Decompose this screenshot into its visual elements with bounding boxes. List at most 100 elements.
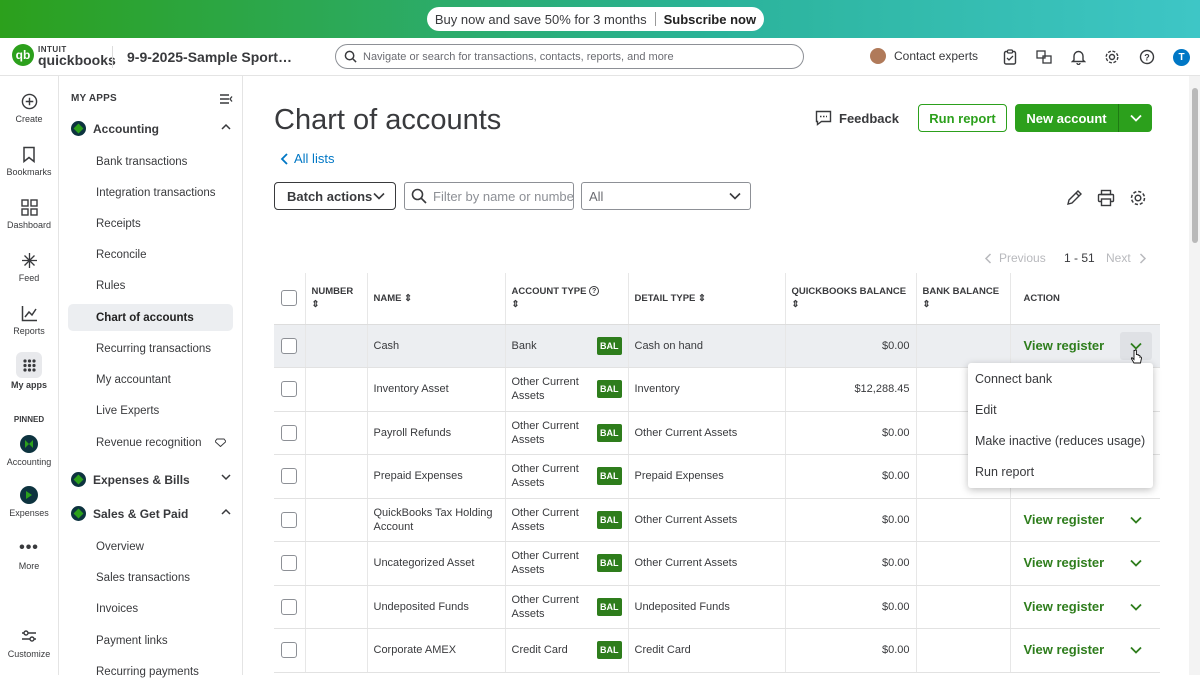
- menu-item-edit[interactable]: Edit: [968, 394, 1153, 425]
- view-register-link[interactable]: View register: [1024, 512, 1105, 527]
- filter-input[interactable]: Filter by name or number: [404, 182, 574, 210]
- info-icon[interactable]: ?: [589, 286, 600, 297]
- subscribe-link[interactable]: Subscribe now: [664, 12, 756, 27]
- row-checkbox[interactable]: [281, 555, 298, 572]
- row-checkbox[interactable]: [281, 642, 298, 659]
- view-register-link[interactable]: View register: [1024, 643, 1105, 657]
- row-checkbox[interactable]: [281, 337, 298, 354]
- expert-avatar: [870, 48, 886, 64]
- row-actions-chevron-icon[interactable]: [1120, 593, 1152, 621]
- pager-next[interactable]: Next: [1106, 251, 1147, 265]
- nav-item-receipts[interactable]: Receipts: [68, 210, 233, 237]
- user-avatar[interactable]: T: [1173, 49, 1190, 66]
- nav-item-overview[interactable]: Overview: [68, 533, 233, 560]
- table-row[interactable]: Uncategorized Asset Other Current Assets B…: [274, 541, 1160, 586]
- select-all-checkbox[interactable]: [281, 290, 298, 307]
- account-type-cell: Other Current Assets BAL: [505, 411, 629, 455]
- rail-myapps[interactable]: My apps: [0, 352, 58, 390]
- quickbooks-logo[interactable]: qb INTUIT quickbooks: [12, 44, 116, 67]
- row-checkbox[interactable]: [281, 468, 298, 485]
- nav-section-expenses[interactable]: Expenses & Bills: [71, 472, 231, 487]
- view-register-link[interactable]: View register: [1024, 338, 1105, 353]
- col-bank-balance[interactable]: BANK BALANCE ⇕: [916, 273, 1011, 325]
- rail-dashboard[interactable]: Dashboard: [0, 196, 58, 230]
- feedback-label: Feedback: [839, 110, 899, 126]
- row-actions-chevron-icon[interactable]: [1120, 506, 1152, 534]
- view-register-link[interactable]: View register: [1024, 556, 1105, 570]
- rail-more[interactable]: ••• More: [0, 537, 58, 571]
- view-register-link[interactable]: View register: [1024, 599, 1105, 614]
- table-row[interactable]: Undeposited Funds Other Current Assets BAL…: [274, 585, 1160, 629]
- rail-pinned-expenses[interactable]: Expenses: [0, 484, 58, 518]
- nav-item-recurring-payments[interactable]: Recurring payments: [68, 658, 233, 685]
- print-icon[interactable]: [1097, 189, 1115, 212]
- scrollbar-thumb[interactable]: [1192, 88, 1198, 243]
- row-actions-chevron-icon[interactable]: [1120, 549, 1152, 577]
- nav-section-accounting[interactable]: Accounting: [71, 121, 231, 136]
- col-detail-type[interactable]: DETAIL TYPE ⇕: [628, 273, 786, 325]
- search-placeholder: Navigate or search for transactions, con…: [363, 50, 674, 63]
- rail-reports[interactable]: Reports: [0, 302, 58, 336]
- nav-item-payment-links[interactable]: Payment links: [68, 627, 233, 654]
- nav-item-bank-transactions[interactable]: Bank transactions: [68, 148, 233, 175]
- new-account-dropdown-icon[interactable]: [1119, 114, 1152, 122]
- rail-more-label: More: [18, 561, 40, 571]
- global-search-input[interactable]: Navigate or search for transactions, con…: [335, 44, 804, 69]
- menu-item-run-report[interactable]: Run report: [968, 456, 1153, 487]
- row-checkbox[interactable]: [281, 511, 298, 528]
- all-lists-link[interactable]: All lists: [280, 151, 334, 166]
- collapse-panel-icon[interactable]: [219, 92, 233, 110]
- col-account-type[interactable]: ACCOUNT TYPE ? ⇕: [505, 273, 629, 325]
- account-name: Cash: [367, 324, 506, 368]
- rail-pinned-accounting[interactable]: Accounting: [0, 433, 58, 467]
- nav-item-rules[interactable]: Rules: [68, 272, 233, 299]
- rail-bookmarks[interactable]: Bookmarks: [0, 143, 58, 177]
- row-actions-chevron-icon[interactable]: [1120, 636, 1152, 664]
- account-type-select[interactable]: All: [581, 182, 751, 210]
- table-row[interactable]: Cash Bank BAL Cash on hand $0.00 View registe…: [274, 324, 1160, 368]
- rail-customize[interactable]: Customize: [0, 625, 58, 659]
- gear-icon[interactable]: [1103, 48, 1121, 66]
- batch-actions-dropdown[interactable]: Batch actions: [274, 182, 396, 210]
- table-row[interactable]: QuickBooks Tax Holding Account Other Curr…: [274, 498, 1160, 542]
- pager-previous[interactable]: Previous: [984, 251, 1046, 265]
- col-qb-balance[interactable]: QUICKBOOKS BALANCE ⇕: [785, 273, 917, 325]
- row-checkbox[interactable]: [281, 424, 298, 441]
- svg-text:?: ?: [1144, 53, 1150, 63]
- account-number: [305, 411, 368, 455]
- new-account-button[interactable]: New account: [1015, 104, 1152, 132]
- nav-item-my-accountant[interactable]: My accountant: [68, 366, 233, 393]
- nav-item-recurring-transactions[interactable]: Recurring transactions: [68, 335, 233, 362]
- apps-switch-icon[interactable]: [1035, 48, 1053, 66]
- help-icon[interactable]: ?: [1138, 48, 1156, 66]
- pencil-icon[interactable]: [1065, 189, 1083, 212]
- nav-section-sales[interactable]: Sales & Get Paid: [71, 506, 231, 521]
- nav-item-reconcile[interactable]: Reconcile: [68, 241, 233, 268]
- nav-item-sales-transactions[interactable]: Sales transactions: [68, 564, 233, 591]
- menu-item-make-inactive[interactable]: Make inactive (reduces usage): [968, 425, 1153, 456]
- menu-item-connect-bank[interactable]: Connect bank: [968, 363, 1153, 394]
- row-checkbox[interactable]: [281, 381, 298, 398]
- bell-icon[interactable]: [1069, 48, 1087, 66]
- nav-item-live-experts[interactable]: Live Experts: [68, 397, 233, 424]
- company-name[interactable]: 9-9-2025-Sample Sport…: [127, 49, 292, 65]
- rail-create[interactable]: Create: [0, 90, 58, 124]
- row-checkbox[interactable]: [281, 598, 298, 615]
- action-cell: View register: [1010, 498, 1160, 542]
- nav-item-integration-transactions[interactable]: Integration transactions: [68, 179, 233, 206]
- contact-experts-button[interactable]: Contact experts: [870, 48, 978, 64]
- col-name[interactable]: NAME ⇕: [367, 273, 506, 325]
- col-number[interactable]: NUMBER ⇕: [305, 273, 368, 325]
- promo-pill[interactable]: Buy now and save 50% for 3 months Subscr…: [427, 7, 764, 31]
- settings-gear-icon[interactable]: [1129, 189, 1147, 212]
- run-report-button[interactable]: Run report: [918, 104, 1007, 132]
- nav-item-chart-of-accounts[interactable]: Chart of accounts: [68, 304, 233, 331]
- nav-item-revenue-recognition[interactable]: Revenue recognition: [68, 429, 233, 456]
- rail-feed[interactable]: Feed: [0, 249, 58, 283]
- clipboard-icon[interactable]: [1001, 48, 1019, 66]
- nav-item-invoices[interactable]: Invoices: [68, 595, 233, 622]
- table-row[interactable]: Corporate AMEX Credit Card BAL Credit Card $…: [274, 628, 1160, 673]
- feedback-button[interactable]: Feedback: [815, 110, 899, 126]
- account-number: [305, 541, 368, 586]
- page-scrollbar[interactable]: [1189, 76, 1200, 675]
